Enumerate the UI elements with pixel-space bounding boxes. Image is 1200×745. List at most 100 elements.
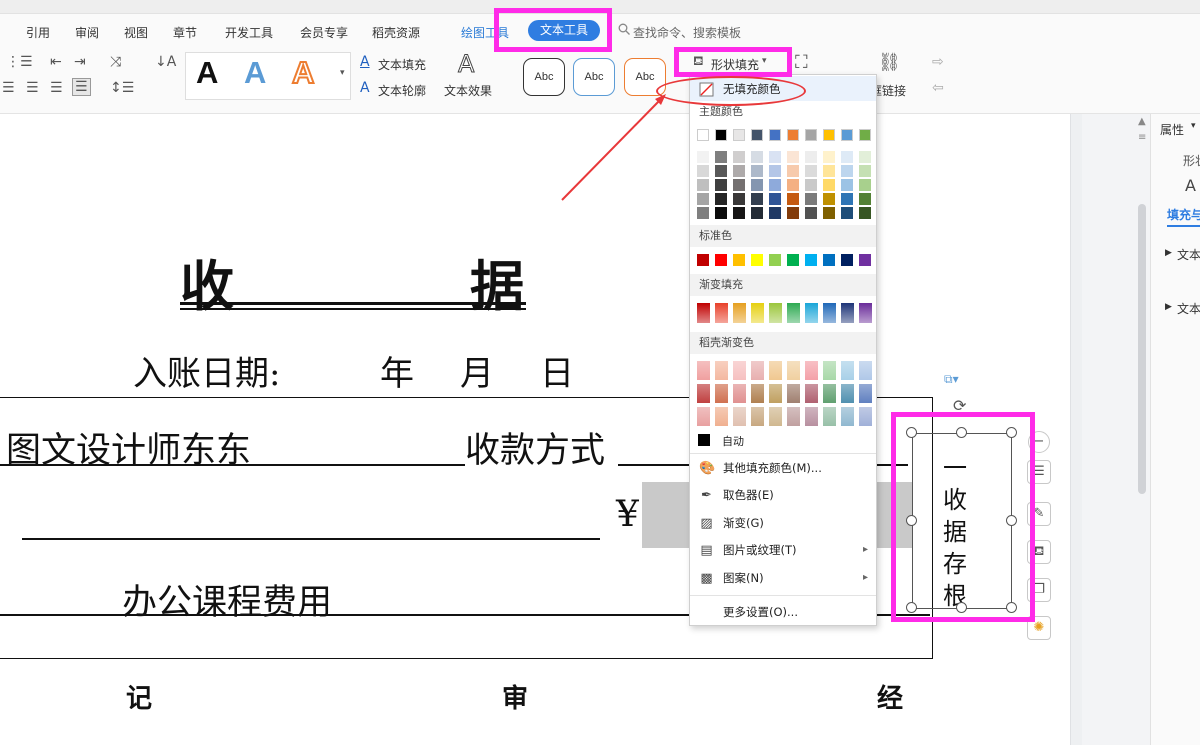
gradient-fill-swatch[interactable] bbox=[805, 303, 818, 323]
docer-gradient-swatch[interactable] bbox=[697, 384, 710, 403]
panel-up-icon[interactable]: ▲ bbox=[1138, 116, 1146, 127]
theme-shade-swatch[interactable] bbox=[751, 151, 763, 163]
menu-chapter[interactable]: 章节 bbox=[173, 24, 197, 41]
standard-color-swatch[interactable] bbox=[787, 254, 799, 266]
docer-gradient-swatch[interactable] bbox=[715, 384, 728, 403]
properties-section-text-1[interactable]: 文本 bbox=[1177, 246, 1200, 263]
art-style-blue[interactable]: A bbox=[244, 55, 266, 91]
theme-color-swatch[interactable] bbox=[787, 129, 799, 141]
standard-color-swatch[interactable] bbox=[841, 254, 853, 266]
theme-shade-swatch[interactable] bbox=[715, 165, 727, 177]
gradient-item[interactable]: ▨ 渐变(G) bbox=[690, 510, 876, 536]
theme-shade-swatch[interactable] bbox=[841, 193, 853, 205]
text-outline-button[interactable]: 文本轮廓 bbox=[378, 82, 426, 99]
text-options-icon[interactable]: A bbox=[1185, 176, 1196, 195]
gradient-fill-swatch[interactable] bbox=[751, 303, 764, 323]
docer-gradient-swatch[interactable] bbox=[787, 384, 800, 403]
theme-shade-swatch[interactable] bbox=[697, 207, 709, 219]
theme-shade-swatch[interactable] bbox=[769, 165, 781, 177]
payment-purpose[interactable]: 办公课程费用 bbox=[122, 574, 332, 625]
insert-picture-icon[interactable]: ⛶ bbox=[795, 52, 808, 73]
theme-shade-swatch[interactable] bbox=[823, 179, 835, 191]
shape-fill-dropdown-icon[interactable]: ▾ bbox=[762, 56, 767, 66]
docer-gradient-swatch[interactable] bbox=[859, 407, 872, 426]
standard-color-swatch[interactable] bbox=[697, 254, 709, 266]
text-effect-icon[interactable]: A bbox=[457, 50, 474, 79]
theme-shade-swatch[interactable] bbox=[859, 151, 871, 163]
docer-gradient-swatch[interactable] bbox=[787, 407, 800, 426]
theme-shade-swatch[interactable] bbox=[823, 207, 835, 219]
sort-icon[interactable]: ↓A bbox=[155, 54, 176, 70]
theme-color-swatch[interactable] bbox=[841, 129, 853, 141]
theme-shade-swatch[interactable] bbox=[859, 165, 871, 177]
shape-fill-quick-icon[interactable]: ⛾ bbox=[1027, 540, 1051, 564]
docer-gradient-swatch[interactable] bbox=[805, 384, 818, 403]
properties-section-text-2[interactable]: 文本 bbox=[1177, 300, 1200, 317]
theme-shade-swatch[interactable] bbox=[841, 165, 853, 177]
auto-color-label[interactable]: 自动 bbox=[722, 433, 744, 449]
idea-bulb-icon[interactable]: ✺ bbox=[1027, 616, 1051, 640]
docer-gradient-swatch[interactable] bbox=[751, 407, 764, 426]
frame-link-icon[interactable]: ⛓ bbox=[878, 52, 901, 73]
gradient-fill-swatch[interactable] bbox=[769, 303, 782, 323]
theme-shade-swatch[interactable] bbox=[823, 193, 835, 205]
menu-references[interactable]: 引用 bbox=[26, 24, 50, 41]
gradient-fill-swatch[interactable] bbox=[787, 303, 800, 323]
docer-gradient-swatch[interactable] bbox=[733, 384, 746, 403]
theme-shade-swatch[interactable] bbox=[859, 179, 871, 191]
standard-color-swatch[interactable] bbox=[769, 254, 781, 266]
gradient-fill-swatch[interactable] bbox=[859, 303, 872, 323]
line-spacing-icon[interactable]: ↕☰ bbox=[110, 80, 134, 96]
text-effect-button[interactable]: 文本效果 bbox=[444, 82, 492, 99]
standard-color-swatch[interactable] bbox=[859, 254, 871, 266]
theme-shade-swatch[interactable] bbox=[823, 165, 835, 177]
theme-shade-swatch[interactable] bbox=[697, 179, 709, 191]
docer-gradient-swatch[interactable] bbox=[823, 384, 836, 403]
resize-handle-bottom[interactable] bbox=[956, 602, 967, 613]
theme-shade-swatch[interactable] bbox=[787, 179, 799, 191]
docer-gradient-swatch[interactable] bbox=[697, 361, 710, 380]
resize-handle-right[interactable] bbox=[1006, 515, 1017, 526]
theme-shade-swatch[interactable] bbox=[697, 193, 709, 205]
theme-shade-swatch[interactable] bbox=[733, 151, 745, 163]
theme-color-swatch[interactable] bbox=[751, 129, 763, 141]
theme-shade-swatch[interactable] bbox=[769, 179, 781, 191]
gradient-fill-swatch[interactable] bbox=[841, 303, 854, 323]
properties-dropdown-icon[interactable]: ▾ bbox=[1191, 121, 1196, 131]
art-style-orange-outline[interactable]: A bbox=[291, 54, 315, 91]
standard-color-swatch[interactable] bbox=[805, 254, 817, 266]
format-shape-icon[interactable]: ☰ bbox=[1027, 460, 1051, 484]
shape-effect-icon[interactable]: ❐ bbox=[1027, 578, 1051, 602]
properties-fill-tab[interactable]: 填充与 bbox=[1167, 206, 1200, 223]
theme-shade-swatch[interactable] bbox=[733, 193, 745, 205]
auto-color-swatch[interactable] bbox=[698, 434, 710, 446]
paint-bucket-icon[interactable]: ⛾ bbox=[693, 54, 704, 71]
justify-icon[interactable]: ☰ bbox=[50, 80, 63, 96]
gradient-fill-swatch[interactable] bbox=[823, 303, 836, 323]
panel-scroll-thumb[interactable] bbox=[1138, 204, 1146, 494]
theme-shade-swatch[interactable] bbox=[805, 207, 817, 219]
theme-shade-swatch[interactable] bbox=[859, 207, 871, 219]
resize-handle-bottom-left[interactable] bbox=[906, 602, 917, 613]
theme-shade-swatch[interactable] bbox=[715, 207, 727, 219]
shape-outline-icon[interactable]: ✎ bbox=[1027, 502, 1051, 526]
art-style-black[interactable]: A bbox=[196, 55, 218, 91]
theme-shade-swatch[interactable] bbox=[787, 165, 799, 177]
theme-color-swatch[interactable] bbox=[823, 129, 835, 141]
theme-shade-swatch[interactable] bbox=[733, 165, 745, 177]
theme-shade-swatch[interactable] bbox=[805, 151, 817, 163]
theme-shade-swatch[interactable] bbox=[697, 165, 709, 177]
docer-gradient-swatch[interactable] bbox=[715, 361, 728, 380]
resize-handle-top-right[interactable] bbox=[1006, 427, 1017, 438]
resize-handle-bottom-right[interactable] bbox=[1006, 602, 1017, 613]
theme-shade-swatch[interactable] bbox=[805, 179, 817, 191]
eyedropper-item[interactable]: ✒ 取色器(E) bbox=[690, 482, 876, 508]
art-gallery-more-icon[interactable]: ▾ bbox=[340, 68, 345, 78]
standard-color-swatch[interactable] bbox=[823, 254, 835, 266]
docer-gradient-swatch[interactable] bbox=[733, 361, 746, 380]
docer-gradient-swatch[interactable] bbox=[697, 407, 710, 426]
panel-collapse-icon[interactable]: ≡ bbox=[1138, 132, 1146, 143]
theme-shade-swatch[interactable] bbox=[859, 193, 871, 205]
theme-shade-swatch[interactable] bbox=[769, 207, 781, 219]
theme-shade-swatch[interactable] bbox=[787, 193, 799, 205]
